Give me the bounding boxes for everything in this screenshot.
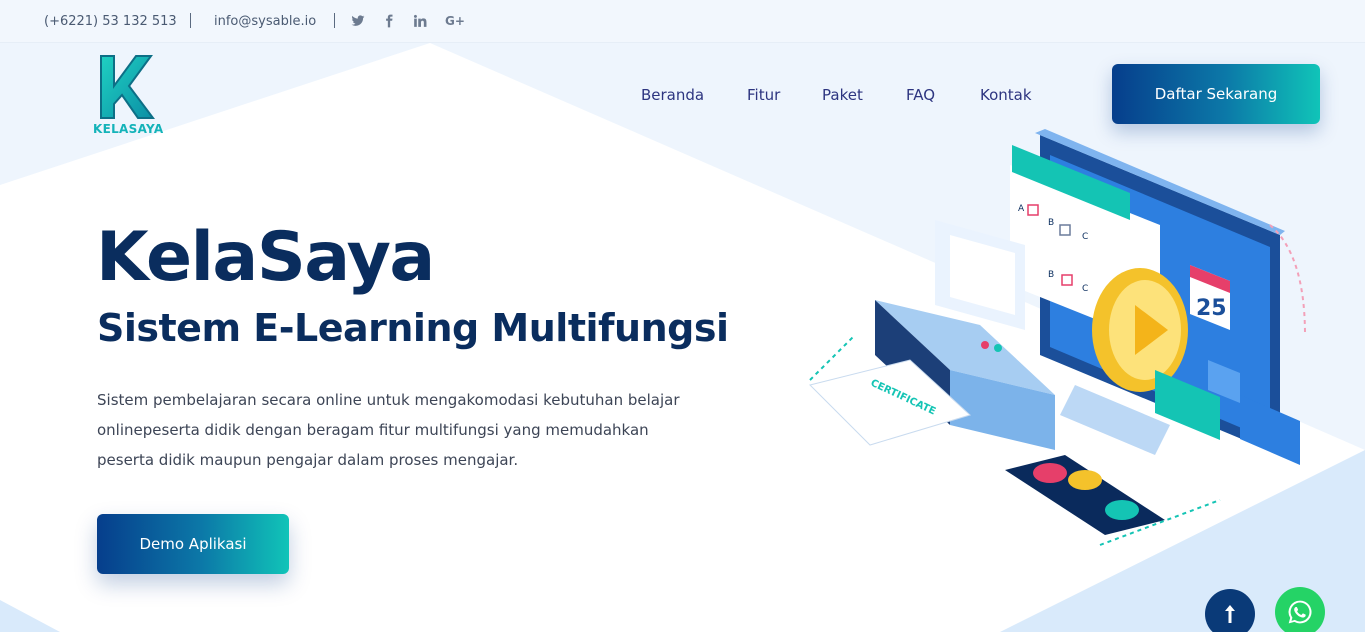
scroll-to-top-button[interactable]: [1205, 589, 1255, 632]
nav-item-beranda[interactable]: Beranda: [641, 86, 704, 104]
demo-app-button[interactable]: Demo Aplikasi: [97, 514, 289, 574]
whatsapp-icon: [1288, 600, 1312, 624]
calendar-day: 25: [1196, 296, 1227, 321]
logo-text: KELASAYA: [93, 122, 164, 136]
hero-subtitle: Sistem E-Learning Multifungsi: [97, 306, 729, 350]
nav-item-kontak[interactable]: Kontak: [980, 86, 1032, 104]
description-line: onlinepeserta didik dengan beragam fitur…: [97, 421, 649, 439]
elearning-illustration: A B C A B C 25 CERTIFICATE: [809, 129, 1306, 546]
description-line: Sistem pembelajaran secara online untuk …: [97, 391, 680, 409]
hero-description: Sistem pembelajaran secara online untuk …: [97, 385, 697, 475]
nav-item-fitur[interactable]: Fitur: [747, 86, 780, 104]
description-line: peserta didik maupun pengajar dalam pros…: [97, 451, 519, 469]
arrow-up-icon: [1225, 605, 1235, 623]
quiz-option: A: [1018, 204, 1025, 214]
quiz-option: B: [1048, 270, 1054, 280]
nav-item-paket[interactable]: Paket: [822, 86, 863, 104]
twitter-icon[interactable]: [349, 12, 367, 30]
whatsapp-button[interactable]: [1275, 587, 1325, 632]
quiz-option: C: [1082, 284, 1088, 294]
divider: [334, 13, 335, 28]
email-address[interactable]: info@sysable.io: [214, 14, 316, 29]
top-bar: (+6221) 53 132 513 info@sysable.io G+: [0, 0, 1365, 43]
register-button[interactable]: Daftar Sekarang: [1112, 64, 1320, 124]
google-plus-icon[interactable]: G+: [445, 12, 465, 30]
hero-title: KelaSaya: [96, 218, 435, 297]
phone-number[interactable]: (+6221) 53 132 513: [44, 14, 177, 29]
quiz-option: C: [1082, 232, 1088, 242]
nav-item-faq[interactable]: FAQ: [906, 86, 935, 104]
facebook-icon[interactable]: [380, 12, 398, 30]
quiz-option: B: [1048, 218, 1054, 228]
divider: [190, 13, 191, 28]
linkedin-icon[interactable]: [411, 12, 429, 30]
